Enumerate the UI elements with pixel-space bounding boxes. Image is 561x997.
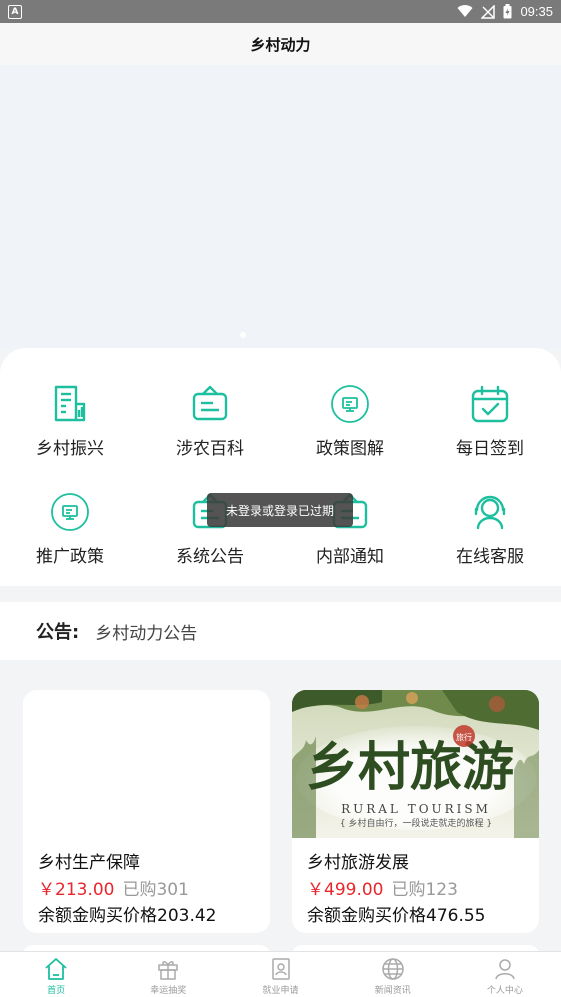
tab-job-application[interactable]: 就业申请 [224, 952, 336, 997]
tab-label: 首页 [47, 986, 66, 996]
battery-icon [503, 4, 512, 19]
id-card-icon [271, 958, 290, 980]
tab-news[interactable]: 新闻资讯 [337, 952, 449, 997]
menu-item-agri-encyclopedia[interactable]: 涉农百科 [140, 384, 280, 459]
menu-label: 乡村振兴 [36, 439, 104, 459]
monitor-icon [330, 384, 370, 424]
tab-lucky-draw[interactable]: 幸运抽奖 [112, 952, 224, 997]
tab-profile[interactable]: 个人中心 [449, 952, 561, 997]
menu-label: 内部通知 [316, 547, 384, 567]
product-title: 乡村旅游发展 [307, 853, 409, 873]
calendar-check-icon [470, 384, 510, 424]
menu-grid: 乡村振兴 涉农百科 政策图解 每日签到 推广政策 系统公告 内部通知 在线客服 [0, 348, 561, 586]
product-card[interactable]: 乡村旅游 旅行 RURAL TOURISM { 乡村自由行，一段说走就走的旅程 … [292, 690, 539, 933]
banner-carousel[interactable] [0, 65, 561, 350]
menu-label: 涉农百科 [176, 439, 244, 459]
image-title-text: 乡村旅游 [306, 737, 514, 798]
monitor-icon [50, 492, 90, 532]
globe-icon [381, 958, 404, 980]
product-image: 乡村旅游 旅行 RURAL TOURISM { 乡村自由行，一段说走就走的旅程 … [292, 690, 539, 838]
wifi-icon [457, 5, 473, 18]
product-balance-price: 余额金购买价格203.42 [38, 906, 217, 926]
notice-text[interactable]: 乡村动力公告 [95, 619, 197, 644]
person-icon [495, 959, 515, 980]
notification-icon: A [8, 4, 22, 19]
no-signal-icon [481, 4, 496, 19]
product-sold: 已购123 [391, 880, 458, 900]
product-price: ￥213.00 [38, 880, 115, 900]
tab-home[interactable]: 首页 [0, 952, 112, 997]
app-header: 乡村动力 [0, 23, 561, 65]
tab-label: 个人中心 [486, 986, 523, 996]
image-sub-text: { 乡村自由行，一段说走就走的旅程 } [340, 817, 492, 829]
menu-label: 系统公告 [176, 547, 244, 567]
tab-label: 幸运抽奖 [150, 986, 187, 996]
product-sold: 已购301 [122, 880, 189, 900]
notice-bar[interactable]: 公告: 乡村动力公告 [0, 602, 561, 660]
bag-icon [190, 384, 230, 424]
page-title: 乡村动力 [250, 35, 311, 54]
tab-label: 就业申请 [262, 986, 299, 996]
carousel-indicator[interactable] [240, 332, 246, 338]
menu-item-rural-revitalization[interactable]: 乡村振兴 [0, 384, 140, 459]
menu-label: 政策图解 [316, 439, 384, 459]
menu-label: 在线客服 [456, 547, 524, 567]
notice-tag: 公告: [36, 622, 80, 643]
headset-icon [470, 492, 510, 532]
home-icon [45, 958, 67, 980]
product-balance-price: 余额金购买价格476.55 [307, 906, 486, 926]
toast-message: 未登录或登录已过期 [207, 493, 353, 527]
product-image [23, 690, 270, 838]
bottom-tab-bar: 首页 幸运抽奖 就业申请 新闻资讯 个人中心 [0, 951, 561, 997]
product-card[interactable]: 乡村生产保障 ￥213.00 已购301 余额金购买价格203.42 [23, 690, 270, 933]
tab-label: 新闻资讯 [374, 986, 411, 996]
gift-icon [158, 961, 179, 980]
clock: 09:35 [520, 4, 553, 19]
image-en-text: RURAL TOURISM [341, 802, 491, 816]
product-price: ￥499.00 [307, 880, 384, 900]
menu-item-policy-graphics[interactable]: 政策图解 [280, 384, 420, 459]
menu-item-promotion-policy[interactable]: 推广政策 [0, 492, 140, 567]
menu-label: 每日签到 [456, 439, 524, 459]
menu-item-daily-checkin[interactable]: 每日签到 [420, 384, 560, 459]
menu-label: 推广政策 [36, 547, 104, 567]
product-title: 乡村生产保障 [38, 853, 140, 873]
report-icon [50, 384, 90, 424]
menu-item-online-support[interactable]: 在线客服 [420, 492, 560, 567]
image-seal-text: 旅行 [456, 732, 472, 742]
status-bar: A 09:35 [0, 0, 561, 23]
